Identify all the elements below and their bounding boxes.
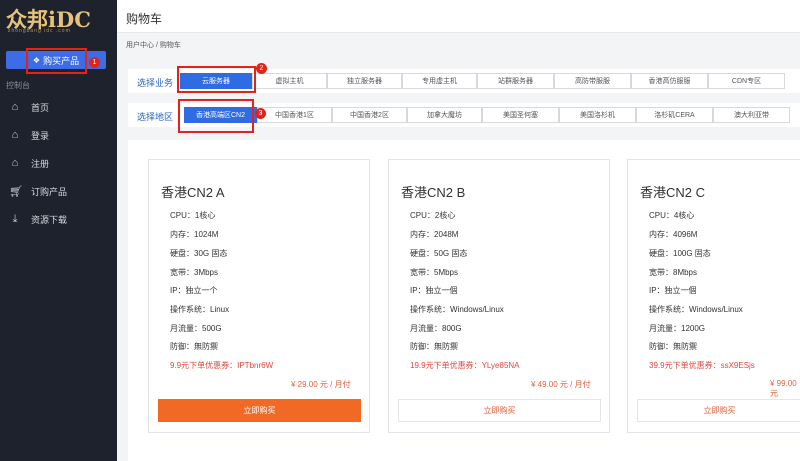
highlight-region — [178, 99, 254, 133]
business-option-high-defense[interactable]: 高防带服服 — [554, 73, 631, 89]
region-option-la-cera[interactable]: 洛杉矶CERA — [636, 107, 713, 123]
spec-disk: 硬盘：30G 固态 — [170, 249, 228, 258]
section-label: 控制台 — [6, 81, 30, 90]
spec-traffic: 月流量：500G — [170, 324, 222, 333]
buy-now-button[interactable]: 立即购买 — [398, 399, 601, 422]
promo-coupon: 9.9元下单优惠券：IPTbnr6W — [170, 361, 274, 370]
product-name: 香港CN2 A — [161, 185, 225, 200]
logo[interactable]: 众邦iDC zhongbang idc .com — [6, 4, 114, 38]
login-icon: ⌂ — [11, 129, 19, 141]
spec-cpu: CPU：1核心 — [170, 211, 216, 220]
highlight-buy — [26, 48, 87, 74]
region-option-canada[interactable]: 加拿大魔坊 — [407, 107, 482, 123]
price: ¥ 49.00 元 / 月付 — [531, 380, 591, 389]
product-name: 香港CN2 C — [640, 185, 706, 200]
home-icon: ⌂ — [11, 101, 19, 113]
register-icon: ⌂ — [11, 157, 19, 169]
spec-memory: 内存：4096M — [649, 230, 698, 239]
step-badge-3: 3 — [255, 108, 266, 119]
sidebar: 众邦iDC zhongbang idc .com ❖ 购买产品 1 控制台 ⌂ … — [0, 0, 117, 461]
logo-subtext: zhongbang idc .com — [8, 28, 71, 34]
business-label: 选择业务 — [137, 78, 174, 88]
spec-bandwidth: 宽带：8Mbps — [649, 268, 698, 277]
business-option-dedicated[interactable]: 独立服务器 — [327, 73, 402, 89]
buy-now-button[interactable]: 立即购买 — [637, 399, 800, 422]
business-option-cdn[interactable]: CDN专区 — [708, 73, 785, 89]
price: ¥ 29.00 元 / 月付 — [291, 380, 351, 389]
download-icon: ⤓ — [12, 212, 18, 225]
spec-cpu: CPU：2核心 — [410, 211, 456, 220]
business-option-exclusive-host[interactable]: 专用虚主机 — [402, 73, 477, 89]
spec-ip: IP：独立一個 — [410, 286, 458, 295]
sidebar-item-home[interactable]: ⌂ 首页 — [0, 96, 117, 118]
product-name: 香港CN2 B — [401, 185, 466, 200]
spec-disk: 硬盘：50G 固态 — [410, 249, 468, 258]
spec-traffic: 月流量：800G — [410, 324, 462, 333]
region-option-san-jose[interactable]: 美国圣何塞 — [482, 107, 559, 123]
business-option-hk-high-defense[interactable]: 香港高仿服服 — [631, 73, 708, 89]
sidebar-item-label: 登录 — [31, 130, 50, 141]
spec-memory: 内存：2048M — [410, 230, 459, 239]
spec-disk: 硬盘：100G 固态 — [649, 249, 711, 258]
spec-memory: 内存：1024M — [170, 230, 219, 239]
sidebar-item-download[interactable]: ⤓ 资源下载 — [0, 208, 117, 230]
page-title: 购物车 — [126, 12, 163, 26]
breadcrumb: 用户中心 / 购物车 — [126, 42, 181, 49]
region-option-los-angeles[interactable]: 美国洛杉机 — [559, 107, 636, 123]
sidebar-item-label: 注册 — [31, 158, 50, 169]
promo-coupon: 39.9元下单优惠券：ssX9ESjs — [649, 361, 755, 370]
region-option-hk-1[interactable]: 中国香港1区 — [257, 107, 332, 123]
spec-os: 操作系统：Windows/Linux — [410, 305, 504, 314]
sidebar-item-label: 首页 — [31, 102, 50, 113]
spec-defense: 防御：無防禦 — [170, 342, 218, 351]
sidebar-item-label: 资源下载 — [31, 214, 68, 225]
sidebar-item-register[interactable]: ⌂ 注册 — [0, 152, 117, 174]
sidebar-item-order[interactable]: 🛒︎ 订购产品 — [0, 180, 117, 202]
step-badge-2: 2 — [256, 63, 267, 74]
product-card-b: 香港CN2 B CPU：2核心 内存：2048M 硬盘：50G 固态 宽带：5M… — [388, 159, 610, 433]
step-badge-1: 1 — [89, 57, 100, 68]
business-option-station-group[interactable]: 站群服务器 — [477, 73, 554, 89]
spec-ip: IP：独立一個 — [649, 286, 697, 295]
sidebar-item-login[interactable]: ⌂ 登录 — [0, 124, 117, 146]
spec-os: 操作系统：Linux — [170, 305, 230, 314]
spec-traffic: 月流量：1200G — [649, 324, 706, 333]
sidebar-item-label: 订购产品 — [31, 186, 68, 197]
product-card-a: 香港CN2 A CPU：1核心 内存：1024M 硬盘：30G 固态 宽带：3M… — [148, 159, 370, 433]
region-option-hk-2[interactable]: 中国香港2区 — [332, 107, 407, 123]
buy-now-button[interactable]: 立即购买 — [158, 399, 361, 422]
region-option-australia[interactable]: 澳大利亚带 — [713, 107, 790, 123]
promo-coupon: 19.9元下单优惠券：YLye85NA — [410, 361, 520, 370]
top-bar: 购物车 — [117, 0, 800, 33]
spec-ip: IP：独立一个 — [170, 286, 218, 295]
spec-defense: 防御：無防禦 — [649, 342, 697, 351]
price: ¥ 99.00 元 — [770, 379, 797, 398]
spec-os: 操作系统：Windows/Linux — [649, 305, 743, 314]
spec-bandwidth: 宽带：3Mbps — [170, 268, 219, 277]
highlight-business — [177, 66, 256, 93]
region-label: 选择地区 — [137, 112, 174, 122]
spec-cpu: CPU：4核心 — [649, 211, 695, 220]
product-card-c: 香港CN2 C CPU：4核心 内存：4096M 硬盘：100G 固态 宽带：8… — [627, 159, 800, 433]
cart-icon: 🛒︎ — [9, 185, 23, 198]
spec-bandwidth: 宽带：5Mbps — [410, 268, 459, 277]
business-option-virtual-host[interactable]: 虚拟主机 — [252, 73, 327, 89]
spec-defense: 防御：無防禦 — [410, 342, 458, 351]
